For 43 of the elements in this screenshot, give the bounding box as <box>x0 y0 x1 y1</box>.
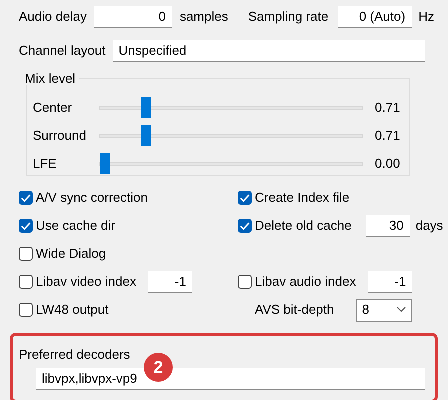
input-field[interactable]: 0 <box>94 6 172 28</box>
select-dropdown[interactable]: 8 <box>356 298 412 322</box>
checkbox-label: LW48 output <box>36 301 109 320</box>
checkbox-label: Wide Dialog <box>36 245 106 264</box>
number-badge: 2 <box>144 353 173 382</box>
field-label: Preferred decoders <box>19 346 132 364</box>
input-field[interactable]: -1 <box>148 271 192 293</box>
checkbox-label: Libav video index <box>36 273 136 292</box>
checkbox[interactable] <box>19 247 33 261</box>
slider-value: 0.00 <box>375 155 400 174</box>
slider-thumb[interactable] <box>140 97 151 118</box>
checkbox-label: Use cache dir <box>36 217 116 236</box>
field-label: Audio delay <box>19 8 87 26</box>
checkbox[interactable] <box>19 191 33 205</box>
field-label: AVS bit-depth <box>255 301 334 320</box>
unit-label: days <box>416 217 444 236</box>
checkbox[interactable] <box>238 191 252 205</box>
unit-label: Hz <box>418 8 434 26</box>
slider-thumb[interactable] <box>140 125 151 146</box>
slider-label: LFE <box>33 155 58 174</box>
input-field[interactable]: 30 <box>366 215 410 237</box>
unit-label: samples <box>180 8 228 26</box>
checkbox[interactable] <box>238 219 252 233</box>
checkbox[interactable] <box>19 303 33 317</box>
checkbox-label: Libav audio index <box>255 273 356 292</box>
input-field[interactable]: -1 <box>368 271 412 293</box>
group-title: Mix level <box>25 72 77 85</box>
slider-thumb[interactable] <box>100 153 110 174</box>
dropdown-field[interactable]: Unspecified <box>112 40 425 62</box>
checkbox-label: Delete old cache <box>255 217 352 236</box>
slider-value: 0.71 <box>375 99 400 118</box>
chevron-icon <box>397 307 406 313</box>
checkbox[interactable] <box>238 275 252 289</box>
slider-label: Center <box>33 99 74 118</box>
field-label: Sampling rate <box>248 8 329 26</box>
checkbox-label: Create Index file <box>255 189 350 208</box>
input-field[interactable]: 0 (Auto) <box>338 6 412 28</box>
checkbox-label: A/V sync correction <box>36 189 148 208</box>
slider-label: Surround <box>33 127 88 146</box>
checkbox[interactable] <box>19 219 33 233</box>
checkbox[interactable] <box>19 275 33 289</box>
field-label: Channel layout <box>19 42 106 60</box>
slider-value: 0.71 <box>375 127 400 146</box>
